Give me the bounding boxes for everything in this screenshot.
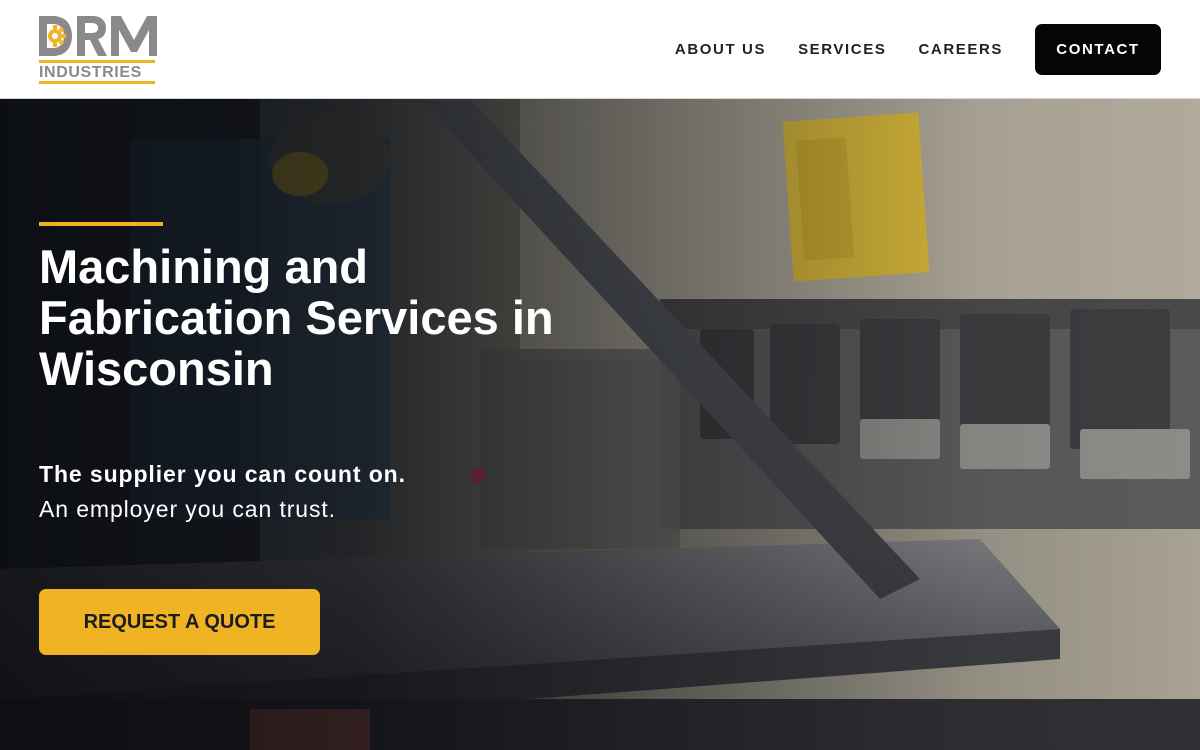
hero-section: Machining and Fabrication Services in Wi…: [0, 99, 1200, 750]
logo-rule: [39, 60, 155, 63]
logo-mark-icon: [39, 16, 157, 56]
hero-title: Machining and Fabrication Services in Wi…: [39, 240, 554, 395]
logo-rule: [39, 81, 155, 84]
logo-subtitle: INDUSTRIES: [39, 64, 142, 81]
hero-tagline: The supplier you can count on.: [39, 461, 406, 487]
request-quote-button[interactable]: REQUEST A QUOTE: [39, 589, 320, 655]
hero-accent-bar: [39, 222, 163, 226]
contact-button[interactable]: CONTACT: [1035, 24, 1161, 75]
main-nav: ABOUT US SERVICES CAREERS CONTACT: [675, 24, 1161, 75]
nav-link-careers[interactable]: CAREERS: [918, 41, 1003, 58]
site-header: INDUSTRIES ABOUT US SERVICES CAREERS CON…: [0, 0, 1200, 99]
nav-link-about-us[interactable]: ABOUT US: [675, 41, 766, 58]
company-logo[interactable]: INDUSTRIES: [39, 16, 157, 84]
hero-subtagline: An employer you can trust.: [39, 496, 336, 522]
nav-link-services[interactable]: SERVICES: [798, 41, 886, 58]
